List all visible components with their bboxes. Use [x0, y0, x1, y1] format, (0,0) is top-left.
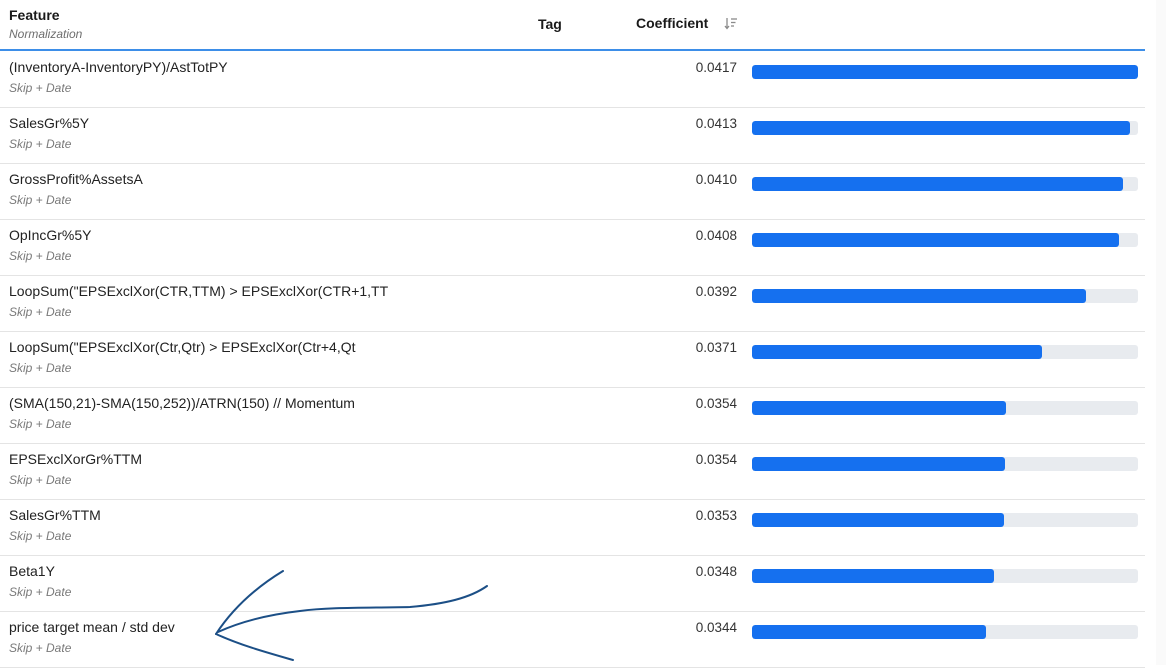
coefficient-bar-track: [752, 233, 1138, 247]
column-header-feature[interactable]: Feature: [9, 7, 60, 23]
normalization-label: Skip + Date: [9, 417, 72, 431]
coefficient-value: 0.0410: [695, 172, 737, 187]
coefficient-bar-fill: [752, 625, 986, 639]
normalization-label: Skip + Date: [9, 249, 72, 263]
coefficient-bar-fill: [752, 233, 1119, 247]
normalization-label: Skip + Date: [9, 305, 72, 319]
feature-name: SalesGr%5Y: [9, 115, 90, 131]
table-header: Feature Normalization Tag Coefficient: [0, 0, 1145, 51]
coefficient-value: 0.0413: [695, 116, 737, 131]
normalization-label: Skip + Date: [9, 641, 72, 655]
column-subheader-normalization: Normalization: [9, 27, 83, 41]
coefficient-bar-fill: [752, 569, 994, 583]
scrollbar-track[interactable]: [1156, 0, 1166, 665]
coefficient-value: 0.0348: [695, 564, 737, 579]
normalization-label: Skip + Date: [9, 81, 72, 95]
coefficient-bar-track: [752, 345, 1138, 359]
coefficient-bar-track: [752, 65, 1138, 79]
coefficient-value: 0.0344: [695, 620, 737, 635]
column-header-coefficient[interactable]: Coefficient: [636, 15, 708, 31]
coefficient-value: 0.0408: [695, 228, 737, 243]
coefficient-value: 0.0353: [695, 508, 737, 523]
coefficient-bar-track: [752, 401, 1138, 415]
feature-name: SalesGr%TTM: [9, 507, 101, 523]
feature-name: OpIncGr%5Y: [9, 227, 92, 243]
coefficient-bar-fill: [752, 177, 1124, 191]
feature-importance-table: Feature Normalization Tag Coefficient (I…: [0, 0, 1145, 668]
feature-name: (InventoryA-InventoryPY)/AstTotPY: [9, 59, 228, 75]
normalization-label: Skip + Date: [9, 137, 72, 151]
normalization-label: Skip + Date: [9, 529, 72, 543]
coefficient-value: 0.0417: [695, 60, 737, 75]
coefficient-bar-fill: [752, 345, 1043, 359]
table-row[interactable]: Beta1Y Skip + Date 0.0348: [0, 556, 1145, 612]
table-row[interactable]: GrossProfit%AssetsA Skip + Date 0.0410: [0, 164, 1145, 220]
feature-name: Beta1Y: [9, 563, 55, 579]
table-row[interactable]: (SMA(150,21)-SMA(150,252))/ATRN(150) // …: [0, 388, 1145, 444]
coefficient-bar-fill: [752, 457, 1006, 471]
coefficient-bar-track: [752, 457, 1138, 471]
table-row[interactable]: OpIncGr%5Y Skip + Date 0.0408: [0, 220, 1145, 276]
normalization-label: Skip + Date: [9, 193, 72, 207]
column-header-tag[interactable]: Tag: [538, 16, 562, 32]
feature-name: (SMA(150,21)-SMA(150,252))/ATRN(150) // …: [9, 395, 355, 411]
table-row[interactable]: (InventoryA-InventoryPY)/AstTotPY Skip + …: [0, 52, 1145, 108]
coefficient-bar-fill: [752, 513, 1004, 527]
coefficient-bar-fill: [752, 121, 1131, 135]
normalization-label: Skip + Date: [9, 473, 72, 487]
coefficient-value: 0.0392: [695, 284, 737, 299]
sort-descending-icon[interactable]: [724, 16, 738, 30]
table-row[interactable]: LoopSum("EPSExclXor(CTR,TTM) > EPSExclXo…: [0, 276, 1145, 332]
table-row[interactable]: LoopSum("EPSExclXor(Ctr,Qtr) > EPSExclXo…: [0, 332, 1145, 388]
coefficient-bar-fill: [752, 289, 1086, 303]
coefficient-bar-track: [752, 569, 1138, 583]
feature-name: GrossProfit%AssetsA: [9, 171, 143, 187]
table-row[interactable]: EPSExclXorGr%TTM Skip + Date 0.0354: [0, 444, 1145, 500]
coefficient-value: 0.0371: [695, 340, 737, 355]
coefficient-bar-track: [752, 121, 1138, 135]
coefficient-bar-track: [752, 289, 1138, 303]
coefficient-value: 0.0354: [695, 452, 737, 467]
feature-name: EPSExclXorGr%TTM: [9, 451, 143, 467]
table-row[interactable]: price target mean / std dev Skip + Date 0.…: [0, 612, 1145, 668]
coefficient-bar-track: [752, 513, 1138, 527]
normalization-label: Skip + Date: [9, 361, 72, 375]
feature-name: LoopSum("EPSExclXor(CTR,TTM) > EPSExclXo…: [9, 283, 389, 299]
coefficient-bar-track: [752, 177, 1138, 191]
coefficient-bar-fill: [752, 401, 1007, 415]
coefficient-bar-track: [752, 625, 1138, 639]
feature-name: price target mean / std dev: [9, 619, 175, 635]
feature-name: LoopSum("EPSExclXor(Ctr,Qtr) > EPSExclXo…: [9, 339, 356, 355]
table-row[interactable]: SalesGr%TTM Skip + Date 0.0353: [0, 500, 1145, 556]
coefficient-value: 0.0354: [695, 396, 737, 411]
coefficient-bar-fill: [752, 65, 1138, 79]
table-row[interactable]: SalesGr%5Y Skip + Date 0.0413: [0, 108, 1145, 164]
normalization-label: Skip + Date: [9, 585, 72, 599]
